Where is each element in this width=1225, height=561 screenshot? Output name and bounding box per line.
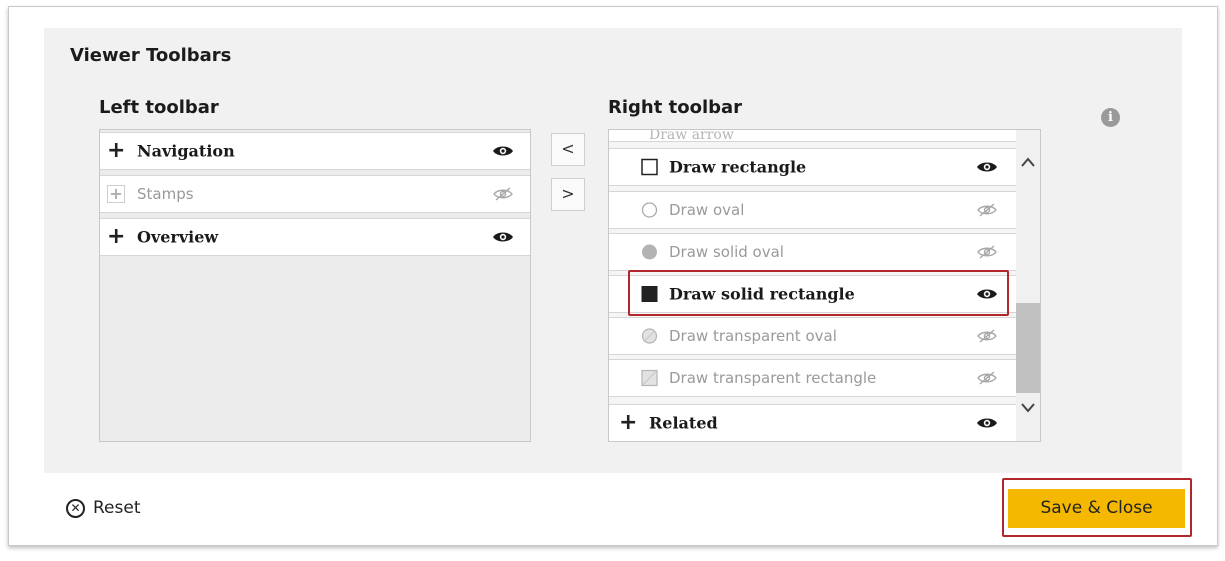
right-item-draw-solid-oval[interactable]: Draw solid oval — [609, 233, 1016, 271]
reset-label: Reset — [93, 498, 141, 518]
item-label: Draw transparent rectangle — [669, 369, 877, 387]
expand-plus-icon[interactable]: + — [619, 412, 637, 434]
right-item-draw-arrow-cut[interactable]: Draw arrow — [609, 129, 1016, 143]
right-toolbar-title: Right toolbar — [608, 97, 743, 118]
eye-hidden-icon[interactable] — [976, 329, 998, 343]
expand-plus-icon[interactable]: + — [107, 140, 125, 162]
scroll-thumb[interactable] — [1016, 303, 1040, 393]
left-toolbar-title: Left toolbar — [99, 97, 219, 118]
transparent-square-icon — [641, 369, 658, 387]
left-item-navigation[interactable]: + Navigation — [100, 132, 530, 170]
left-item-stamps[interactable]: + Stamps — [100, 175, 530, 213]
right-item-draw-transparent-rectangle[interactable]: Draw transparent rectangle — [609, 359, 1016, 397]
eye-visible-icon[interactable] — [492, 144, 514, 158]
left-item-overview[interactable]: + Overview — [100, 218, 530, 256]
item-label: Related — [649, 413, 718, 433]
right-item-draw-oval[interactable]: Draw oval — [609, 191, 1016, 229]
eye-visible-icon[interactable] — [976, 160, 998, 174]
highlight-annotation-row — [628, 270, 1009, 316]
eye-hidden-icon[interactable] — [976, 371, 998, 385]
chevron-down-icon[interactable] — [1020, 402, 1036, 414]
reset-button[interactable]: ✕ Reset — [66, 498, 141, 518]
info-icon[interactable]: i — [1101, 108, 1120, 127]
solid-circle-icon — [642, 244, 657, 260]
item-label: Draw rectangle — [669, 157, 807, 177]
expand-plus-icon[interactable]: + — [107, 185, 125, 203]
empty-circle-icon — [641, 202, 658, 218]
item-label: Draw oval — [669, 201, 745, 219]
eye-visible-icon[interactable] — [976, 416, 998, 430]
item-label: Draw arrow — [649, 129, 734, 143]
expand-plus-icon[interactable]: + — [107, 226, 125, 248]
item-label: Navigation — [137, 141, 235, 161]
eye-hidden-icon[interactable] — [976, 245, 998, 259]
section-title: Viewer Toolbars — [70, 45, 232, 66]
item-label: Draw solid oval — [669, 243, 784, 261]
close-circle-icon: ✕ — [66, 498, 85, 518]
eye-visible-icon[interactable] — [492, 230, 514, 244]
right-list-scrollbar[interactable] — [1016, 130, 1040, 441]
eye-hidden-icon[interactable] — [976, 203, 998, 217]
move-left-button[interactable]: < — [551, 133, 585, 166]
right-item-draw-transparent-oval[interactable]: Draw transparent oval — [609, 317, 1016, 355]
empty-square-icon — [641, 158, 658, 176]
eye-hidden-icon[interactable] — [492, 187, 514, 201]
item-label: Overview — [137, 227, 219, 247]
item-label: Draw transparent oval — [669, 327, 837, 345]
right-item-related[interactable]: + Related — [609, 404, 1016, 441]
right-item-draw-rectangle[interactable]: Draw rectangle — [609, 148, 1016, 186]
left-toolbar-list: + Navigation + Stamps + Overview — [99, 129, 531, 442]
transparent-circle-icon — [641, 328, 658, 344]
chevron-up-icon[interactable] — [1020, 156, 1036, 168]
item-label: Stamps — [137, 185, 194, 203]
save-and-close-button[interactable]: Save & Close — [1008, 489, 1185, 528]
move-right-button[interactable]: > — [551, 178, 585, 211]
